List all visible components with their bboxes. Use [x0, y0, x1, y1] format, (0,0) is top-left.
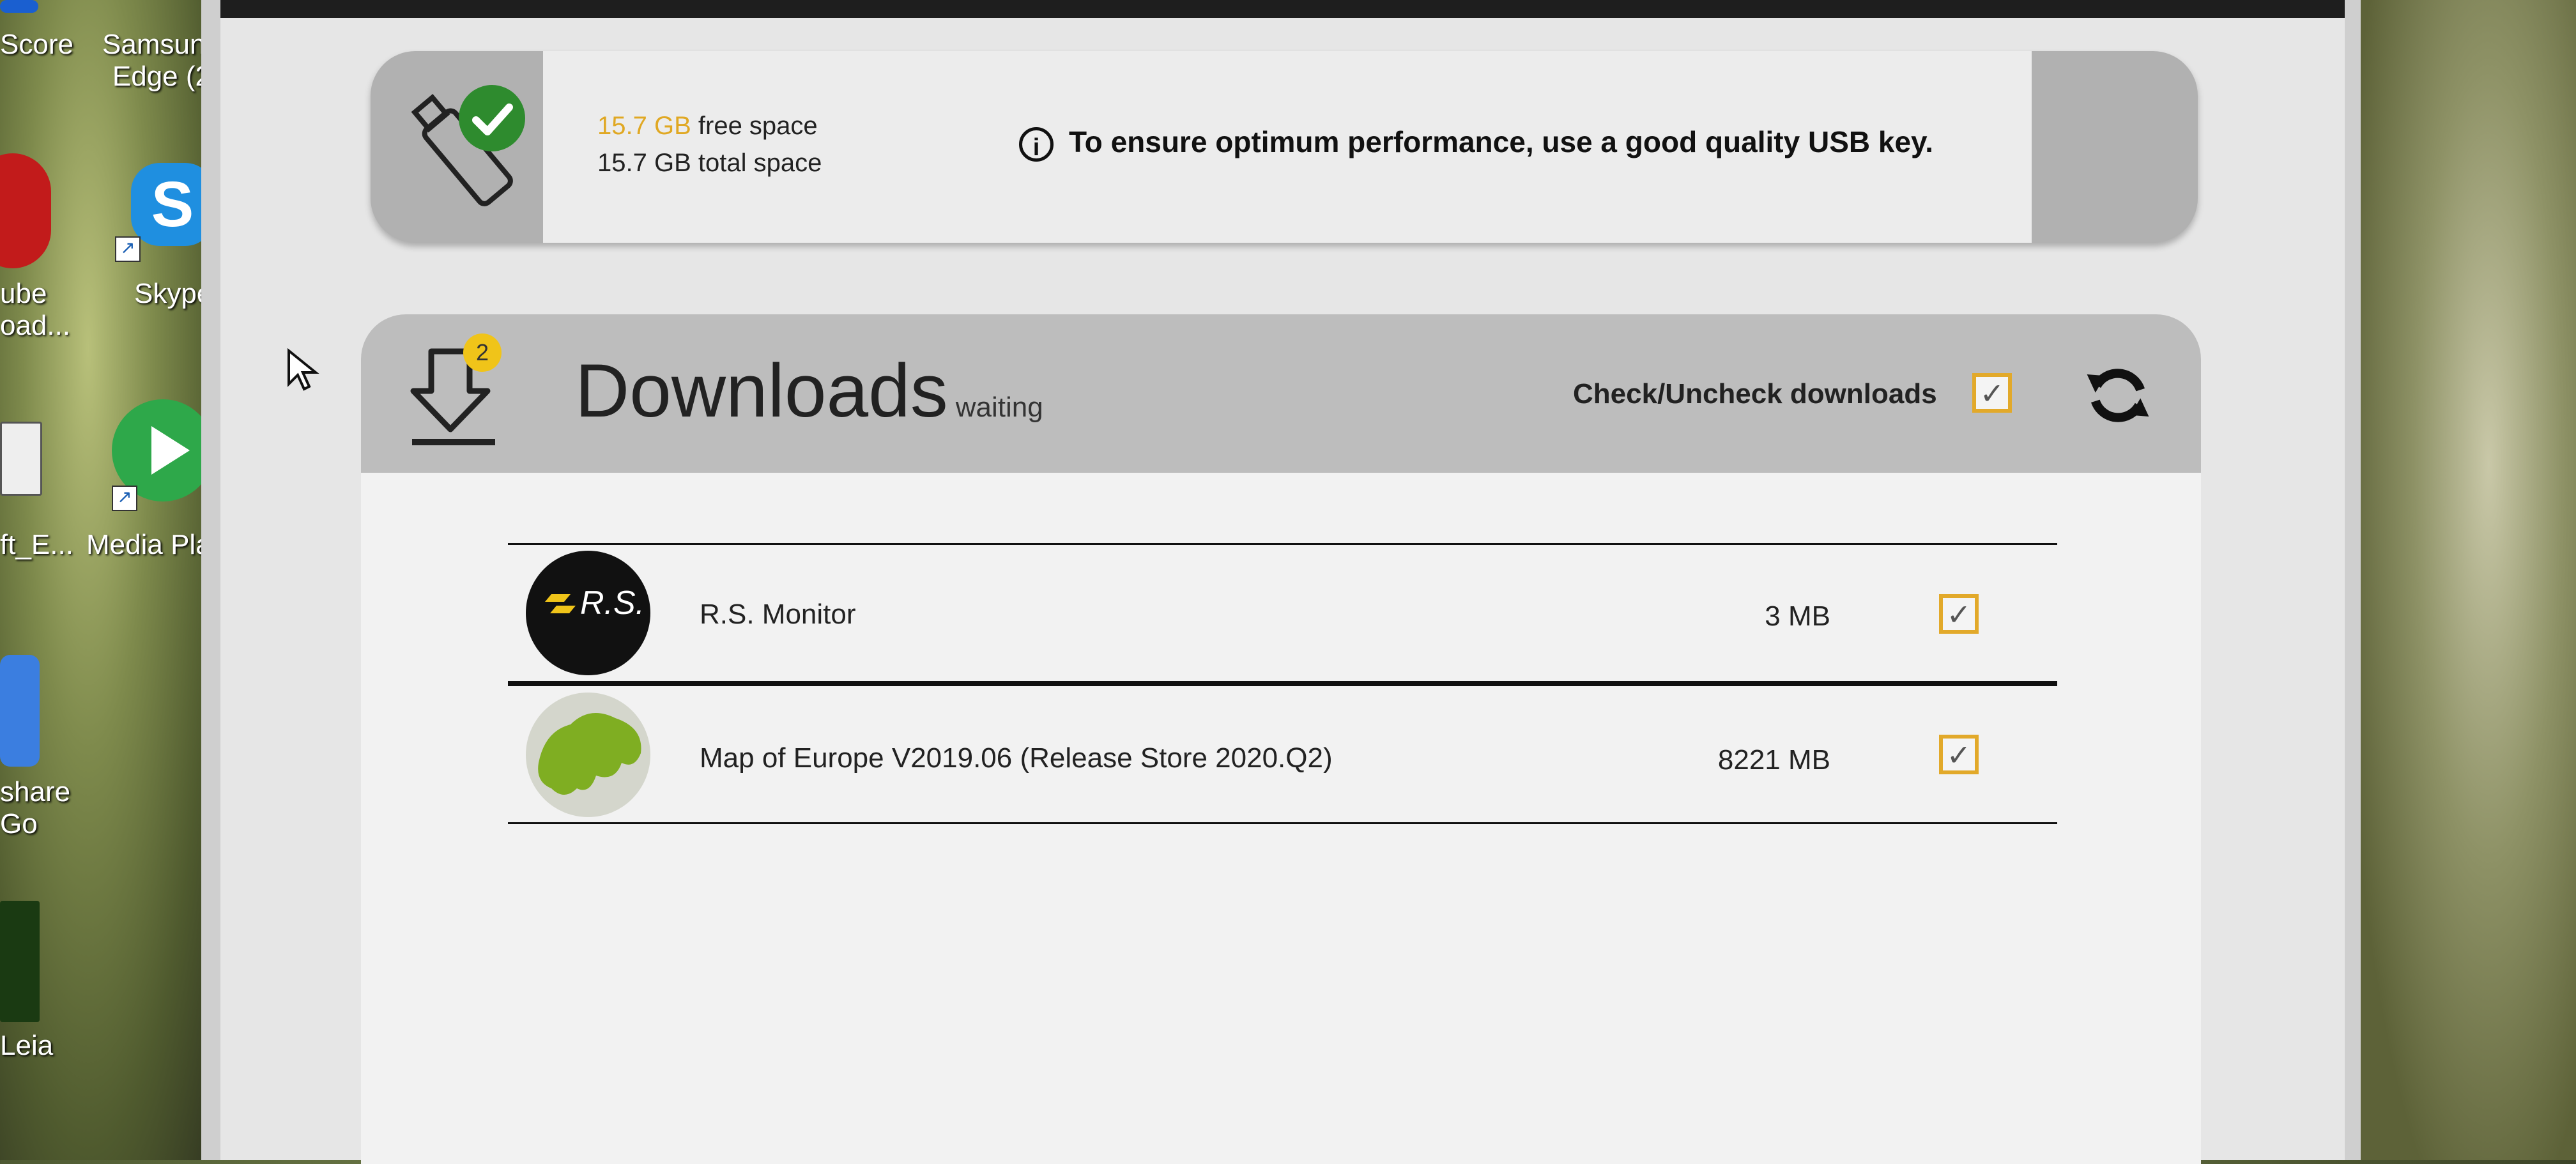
- downloads-count-badge: 2: [463, 333, 502, 372]
- download-size-rs-monitor: 3 MB: [1765, 601, 1830, 632]
- downloads-header: 2 Downloads waiting Check/Uncheck downloa…: [361, 314, 2201, 473]
- map-europe-logo: [526, 693, 650, 817]
- download-checkbox-map-europe[interactable]: ✓: [1939, 735, 1979, 774]
- refresh-icon[interactable]: [2083, 360, 2153, 431]
- downloads-title-text: Downloads: [575, 349, 948, 433]
- desktop-label-leia[interactable]: Leia: [0, 1030, 53, 1062]
- europe-map-icon: [538, 713, 641, 795]
- info-icon: i: [1019, 126, 1054, 162]
- performance-note-text: To ensure optimum performance, use a goo…: [1069, 125, 1934, 158]
- desktop-label-skype[interactable]: Skype: [134, 278, 212, 310]
- samsung-edge-icon[interactable]: [0, 0, 38, 13]
- desktop-label-media-player[interactable]: Media Pla: [86, 529, 211, 561]
- shortcut-arrow-icon: ↗: [112, 486, 137, 511]
- check-all-checkbox[interactable]: ✓: [1972, 373, 2012, 413]
- youtube-download-icon[interactable]: [0, 153, 51, 268]
- share-go-icon[interactable]: [0, 655, 40, 767]
- downloads-panel: 2 Downloads waiting Check/Uncheck downloa…: [361, 314, 2201, 1164]
- desktop-label-score[interactable]: Score: [0, 29, 73, 61]
- mouse-cursor-icon: [288, 348, 319, 391]
- game-icon[interactable]: [0, 901, 40, 1022]
- storage-info: 15.7 GB free space 15.7 GB total space: [597, 107, 822, 181]
- desktop-label-share-go[interactable]: share Go: [0, 776, 70, 840]
- total-space-text: 15.7 GB total space: [597, 149, 822, 177]
- desktop-label-samsung-edge[interactable]: Samsung Edge (2: [102, 29, 221, 93]
- free-space-value: 15.7 GB: [597, 112, 691, 140]
- list-divider: [508, 543, 2057, 545]
- window-titlebar: [220, 0, 2345, 18]
- desktop-label-ft-e[interactable]: ft_E...: [0, 529, 73, 561]
- rs-logo-text: R.S.: [580, 585, 645, 622]
- storage-panel: 15.7 GB free space 15.7 GB total space i…: [371, 51, 2198, 243]
- free-space-label: free space: [698, 112, 818, 140]
- desktop-right: [2358, 0, 2576, 1160]
- rs-monitor-logo: R.S.: [526, 551, 650, 675]
- list-divider: [508, 681, 2057, 686]
- usb-key-icon: [411, 85, 525, 206]
- desktop-label-youtube[interactable]: ube oad...: [0, 278, 77, 342]
- download-size-map-europe: 8221 MB: [1717, 744, 1830, 776]
- downloads-status: waiting: [955, 392, 1043, 423]
- performance-note: i To ensure optimum performance, use a go…: [1019, 125, 1933, 162]
- download-name-map-europe: Map of Europe V2019.06 (Release Store 20…: [700, 742, 1333, 774]
- check-all-label: Check/Uncheck downloads: [1573, 378, 1937, 410]
- downloads-title: Downloads waiting: [575, 348, 1043, 434]
- download-checkbox-rs-monitor[interactable]: ✓: [1939, 594, 1979, 634]
- document-icon[interactable]: [0, 422, 42, 496]
- download-name-rs-monitor: R.S. Monitor: [700, 599, 856, 630]
- list-divider: [508, 822, 2057, 824]
- shortcut-arrow-icon: ↗: [115, 236, 141, 262]
